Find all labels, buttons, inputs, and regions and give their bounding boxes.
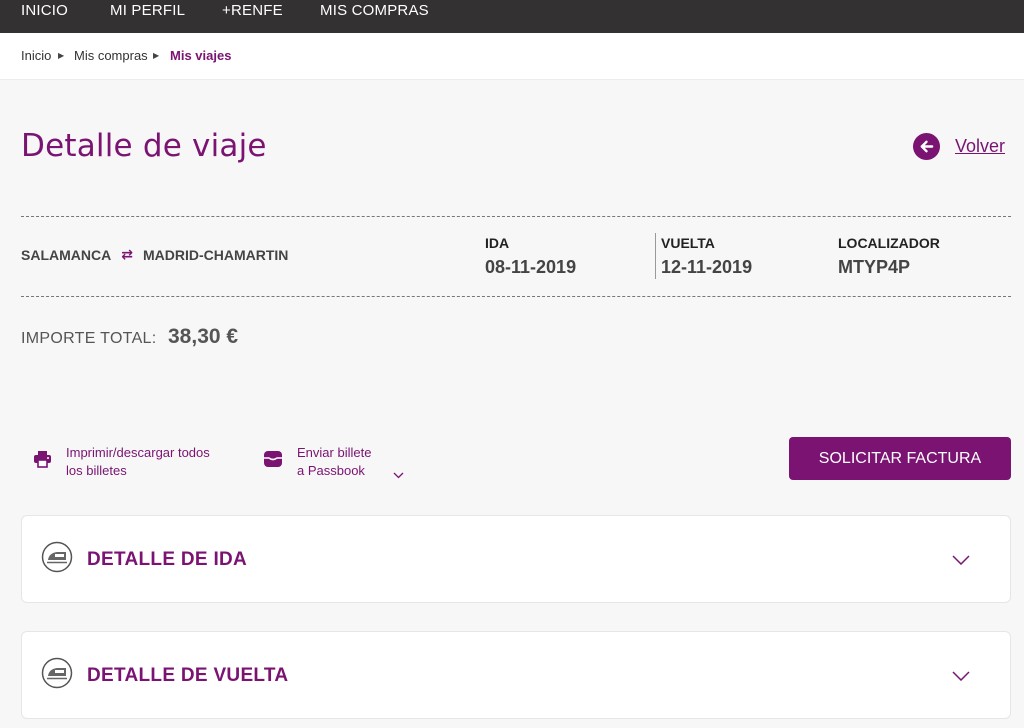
localizador-label: LOCALIZADOR bbox=[838, 235, 940, 251]
chevron-down-icon bbox=[952, 552, 970, 570]
ida-date: 08-11-2019 bbox=[485, 257, 577, 277]
chevron-down-icon[interactable] bbox=[393, 466, 404, 484]
train-icon bbox=[41, 541, 73, 578]
breadcrumb-current: Mis viajes bbox=[170, 48, 232, 63]
trip-destination: MADRID-CHAMARTIN bbox=[142, 246, 289, 263]
breadcrumb: Inicio ▶ Mis compras ▶ Mis viajes bbox=[0, 33, 1024, 80]
divider bbox=[21, 216, 1011, 217]
print-all-tickets-link[interactable]: Imprimir/descargar todos los billetes bbox=[33, 444, 210, 480]
detalle-vuelta-title: DETALLE DE VUELTA bbox=[87, 665, 289, 686]
detalle-ida-card[interactable]: DETALLE DE IDA bbox=[21, 515, 1011, 603]
train-icon bbox=[41, 657, 73, 694]
total-amount: 38,30 € bbox=[168, 325, 239, 348]
breadcrumb-separator-icon: ▶ bbox=[153, 51, 160, 60]
top-navigation-bar: INICIO MI PERFIL +RENFE MIS COMPRAS bbox=[0, 0, 1024, 33]
detalle-vuelta-card[interactable]: DETALLE DE VUELTA bbox=[21, 631, 1011, 719]
print-link-line-2: los billetes bbox=[66, 463, 127, 478]
vuelta-label: VUELTA bbox=[661, 235, 715, 251]
trip-route: SALAMANCA ⇄ MADRID-CHAMARTIN bbox=[21, 246, 288, 263]
breadcrumb-inicio[interactable]: Inicio bbox=[21, 48, 51, 63]
swap-arrows-icon: ⇄ bbox=[121, 246, 133, 262]
send-passbook-link[interactable]: Enviar billete a Passbook bbox=[263, 444, 404, 484]
nav-item-inicio[interactable]: INICIO bbox=[21, 2, 68, 19]
divider bbox=[21, 296, 1011, 297]
breadcrumb-separator-icon: ▶ bbox=[58, 51, 65, 60]
ida-label: IDA bbox=[485, 235, 510, 251]
back-link-label: Volver bbox=[955, 135, 1006, 156]
page-title: Detalle de viaje bbox=[21, 128, 267, 164]
detalle-ida-title: DETALLE DE IDA bbox=[87, 549, 248, 570]
total-label: IMPORTE TOTAL: bbox=[21, 330, 157, 347]
breadcrumb-mis-compras[interactable]: Mis compras bbox=[74, 48, 148, 63]
request-invoice-button[interactable]: SOLICITAR FACTURA bbox=[789, 437, 1011, 480]
chevron-down-icon bbox=[952, 668, 970, 686]
passbook-link-line-2: a Passbook bbox=[297, 463, 365, 478]
wallet-icon bbox=[263, 449, 283, 474]
localizador-value: MTYP4P bbox=[838, 257, 911, 277]
vuelta-date: 12-11-2019 bbox=[661, 257, 753, 277]
printer-icon bbox=[33, 450, 52, 473]
nav-item-renfe[interactable]: +RENFE bbox=[222, 2, 283, 19]
nav-item-mi-perfil[interactable]: MI PERFIL bbox=[110, 2, 185, 19]
print-link-line-1: Imprimir/descargar todos bbox=[66, 445, 210, 460]
trip-origin: SALAMANCA bbox=[21, 246, 112, 263]
passbook-link-line-1: Enviar billete bbox=[297, 445, 372, 460]
arrow-left-icon bbox=[913, 132, 940, 160]
column-divider bbox=[655, 233, 656, 279]
back-link[interactable]: Volver bbox=[913, 131, 1005, 161]
nav-item-mis-compras[interactable]: MIS COMPRAS bbox=[320, 2, 429, 19]
